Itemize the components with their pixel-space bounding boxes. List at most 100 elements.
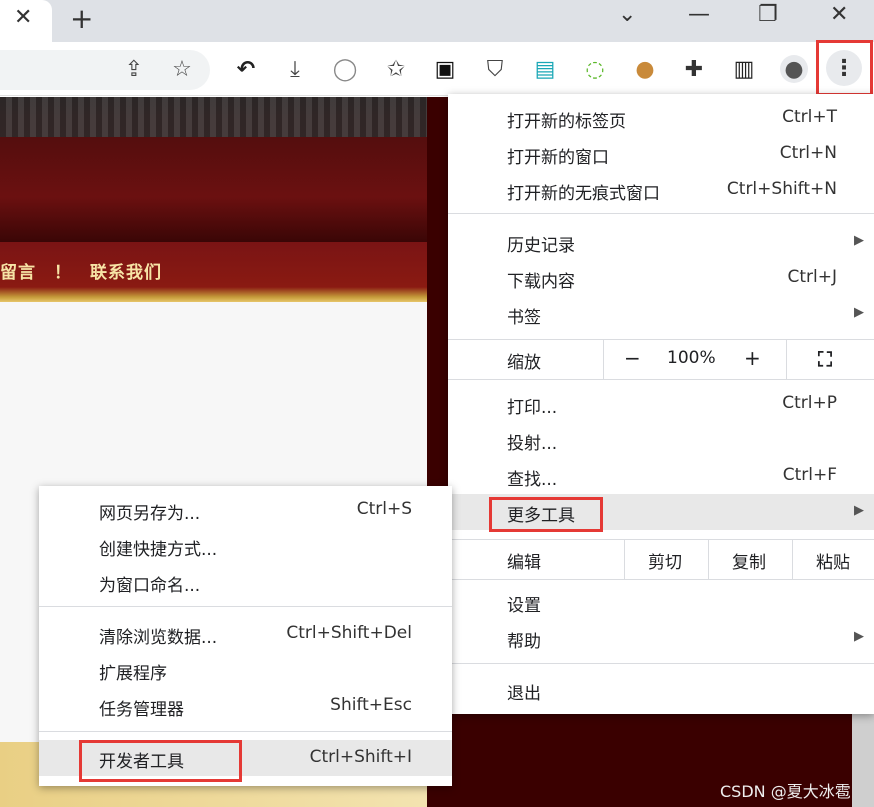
- submenu-item-label: 扩展程序: [99, 664, 167, 684]
- menu-item-label: 投射...: [507, 434, 558, 454]
- chrome-main-menu: 打开新的标签页 Ctrl+T 打开新的窗口 Ctrl+N 打开新的无痕式窗口 C…: [448, 94, 874, 714]
- more-tools-highlight-box: [489, 497, 603, 532]
- active-tab[interactable]: ✕: [0, 0, 52, 42]
- puzzle-extensions-icon[interactable]: ✚: [680, 55, 708, 83]
- menu-item-shortcut: Ctrl+N: [779, 143, 837, 163]
- scrollbar[interactable]: [852, 714, 874, 807]
- menu-item-settings[interactable]: 设置: [448, 584, 874, 620]
- fullscreen-icon[interactable]: ⛶: [818, 347, 832, 371]
- submenu-arrow-icon: ▶: [854, 629, 864, 644]
- submenu-item-task-manager[interactable]: 任务管理器 Shift+Esc: [39, 688, 452, 724]
- submenu-item-label: 为窗口命名...: [99, 576, 201, 596]
- submenu-item-shortcut: Ctrl+Shift+I: [309, 747, 412, 767]
- cut-button[interactable]: 剪切: [648, 548, 682, 573]
- menu-item-shortcut: Ctrl+T: [782, 107, 837, 127]
- green-extension-icon[interactable]: ◌: [581, 55, 609, 83]
- edit-divider: [624, 539, 625, 579]
- tab-strip: ✕ + ⌄ — ❐ ✕: [0, 0, 874, 42]
- bookmark-star-icon[interactable]: ☆: [168, 55, 196, 83]
- submenu-item-shortcut: Shift+Esc: [330, 695, 412, 715]
- menu-item-label: 书签: [507, 308, 541, 328]
- download-icon[interactable]: ⤓: [281, 55, 309, 83]
- zoom-level-value: 100%: [667, 348, 716, 368]
- submenu-item-save-page[interactable]: 网页另存为... Ctrl+S: [39, 492, 452, 528]
- menu-item-exit[interactable]: 退出: [448, 672, 874, 708]
- submenu-arrow-icon: ▶: [854, 305, 864, 320]
- menu-item-label: 退出: [507, 684, 541, 704]
- menu-item-label: 打开新的无痕式窗口: [507, 184, 660, 204]
- menu-item-label: 打开新的标签页: [507, 112, 626, 132]
- minimize-icon[interactable]: —: [688, 2, 710, 27]
- submenu-item-create-shortcut[interactable]: 创建快捷方式...: [39, 528, 452, 564]
- window-close-icon[interactable]: ✕: [830, 2, 848, 27]
- menu-item-print[interactable]: 打印... Ctrl+P: [448, 386, 874, 422]
- menu-item-label: 帮助: [507, 632, 541, 652]
- submenu-item-name-window[interactable]: 为窗口命名...: [39, 564, 452, 600]
- zoom-in-button[interactable]: +: [744, 346, 761, 370]
- restore-icon[interactable]: ❐: [758, 2, 778, 27]
- watermark: CSDN @夏大冰雹: [720, 782, 851, 801]
- zoom-label: 缩放: [507, 353, 541, 373]
- menu-item-shortcut: Ctrl+Shift+N: [726, 179, 837, 199]
- menu-item-shortcut: Ctrl+J: [787, 267, 837, 287]
- menu-item-label: 下载内容: [507, 272, 575, 292]
- menu-item-incognito-window[interactable]: 打开新的无痕式窗口 Ctrl+Shift+N: [448, 172, 874, 208]
- developer-tools-highlight-box: [79, 740, 242, 782]
- submenu-item-clear-browsing-data[interactable]: 清除浏览数据... Ctrl+Shift+Del: [39, 616, 452, 652]
- submenu-arrow-icon: ▶: [854, 503, 864, 518]
- submenu-item-shortcut: Ctrl+Shift+Del: [286, 623, 412, 643]
- shield-extension-icon[interactable]: ⛉: [481, 55, 509, 83]
- share-icon[interactable]: ⇪: [120, 55, 148, 83]
- tab-close-icon[interactable]: ✕: [14, 5, 32, 30]
- zoom-divider: [786, 339, 787, 379]
- menu-separator: [448, 579, 874, 580]
- submenu-separator: [39, 606, 452, 607]
- banner-ornament: [0, 97, 427, 137]
- edit-label: 编辑: [507, 553, 541, 573]
- save-extension-icon[interactable]: ▤: [531, 55, 559, 83]
- menu-item-label: 历史记录: [507, 236, 575, 256]
- menu-item-downloads[interactable]: 下载内容 Ctrl+J: [448, 260, 874, 296]
- zoom-divider: [603, 339, 604, 379]
- menu-item-help[interactable]: 帮助 ▶: [448, 620, 874, 656]
- submenu-item-shortcut: Ctrl+S: [356, 499, 412, 519]
- submenu-item-label: 任务管理器: [99, 700, 184, 720]
- menu-item-label: 打印...: [507, 398, 558, 418]
- browser-toolbar: ⇪ ☆ ↶ ⤓ ◯ ✩ ▣ ⛉ ▤ ◌ ● ✚ ▥ ●: [0, 42, 874, 96]
- menu-item-shortcut: Ctrl+P: [782, 393, 837, 413]
- submenu-arrow-icon: ▶: [854, 233, 864, 248]
- menu-item-new-tab[interactable]: 打开新的标签页 Ctrl+T: [448, 100, 874, 136]
- edit-divider: [708, 539, 709, 579]
- menu-separator: [448, 379, 874, 380]
- zoom-out-button[interactable]: −: [624, 346, 641, 370]
- edit-divider: [792, 539, 793, 579]
- menu-item-new-window[interactable]: 打开新的窗口 Ctrl+N: [448, 136, 874, 172]
- paste-button[interactable]: 粘贴: [816, 548, 850, 573]
- menu-button-highlight-box: [816, 40, 873, 96]
- undo-icon[interactable]: ↶: [232, 55, 260, 83]
- menu-zoom-row: 缩放 − 100% + ⛶: [448, 339, 874, 379]
- page-nav-links[interactable]: 留言 ！ 联系我们: [0, 258, 162, 283]
- menu-item-label: 打开新的窗口: [507, 148, 609, 168]
- cookie-extension-icon[interactable]: ●: [631, 55, 659, 83]
- menu-item-label: 查找...: [507, 470, 558, 490]
- menu-separator: [448, 663, 874, 664]
- menu-item-cast[interactable]: 投射...: [448, 422, 874, 458]
- dark-extension-icon[interactable]: ▣: [431, 55, 459, 83]
- profile-avatar-icon[interactable]: ●: [780, 55, 808, 83]
- menu-item-find[interactable]: 查找... Ctrl+F: [448, 458, 874, 494]
- new-tab-icon[interactable]: +: [70, 2, 93, 35]
- menu-item-shortcut: Ctrl+F: [782, 465, 837, 485]
- circle-extension-icon[interactable]: ◯: [331, 55, 359, 83]
- side-panel-icon[interactable]: ▥: [730, 55, 758, 83]
- submenu-item-label: 网页另存为...: [99, 504, 201, 524]
- submenu-item-extensions[interactable]: 扩展程序: [39, 652, 452, 688]
- menu-item-bookmarks[interactable]: 书签 ▶: [448, 296, 874, 332]
- star-list-icon[interactable]: ✩: [382, 55, 410, 83]
- submenu-separator: [39, 731, 452, 732]
- copy-button[interactable]: 复制: [732, 548, 766, 573]
- tab-search-chevron-icon[interactable]: ⌄: [618, 2, 636, 27]
- menu-item-history[interactable]: 历史记录 ▶: [448, 224, 874, 260]
- submenu-item-label: 创建快捷方式...: [99, 540, 218, 560]
- submenu-item-label: 清除浏览数据...: [99, 628, 218, 648]
